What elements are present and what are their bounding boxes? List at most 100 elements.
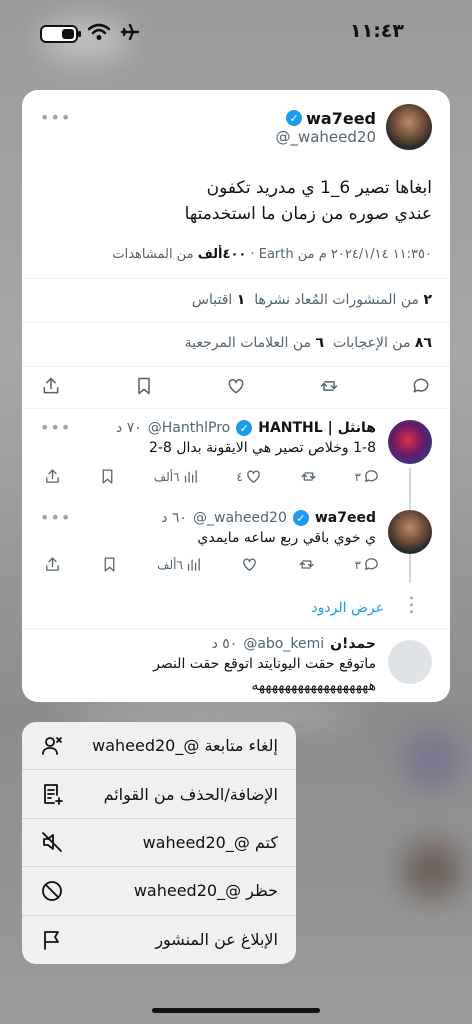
reply-icon[interactable] bbox=[410, 375, 432, 397]
reply-time: ٧٠ د bbox=[116, 420, 142, 436]
reposts-count: ٢ bbox=[423, 292, 432, 308]
bookmark-icon[interactable] bbox=[133, 375, 155, 397]
post-preview-card: ✓ wa7eed @_waheed20 ••• ابغاها تصير 6_1 … bbox=[22, 90, 450, 702]
menu-item-label: الإضافة/الحذف من القوائم bbox=[103, 784, 278, 804]
author-handle: @_waheed20 bbox=[275, 127, 376, 146]
avatar[interactable] bbox=[388, 640, 432, 684]
repost-stats[interactable]: ٢ من المنشورات المُعاد نشرها ١ اقتباس bbox=[42, 292, 432, 308]
avatar[interactable] bbox=[386, 104, 432, 150]
post-text-line: عندي صوره من زمان ما استخدمتها bbox=[184, 204, 432, 224]
menu-item-report[interactable]: الإبلاغ عن المنشور bbox=[22, 916, 296, 964]
reply-button[interactable]: ٣ bbox=[355, 556, 380, 573]
block-icon bbox=[42, 880, 62, 901]
post-header: ✓ wa7eed @_waheed20 bbox=[275, 102, 432, 152]
post-text: ابغاها تصير 6_1 ي مدريد تكفون عندي صوره … bbox=[42, 175, 432, 227]
views-icon bbox=[187, 558, 200, 571]
likes-count: ٨٦ bbox=[414, 335, 432, 351]
quotes-label: اقتباس bbox=[191, 292, 233, 308]
views-button[interactable]: ٦ألف bbox=[157, 556, 202, 573]
more-options-icon[interactable]: ••• bbox=[40, 418, 71, 437]
more-options-icon[interactable]: ••• bbox=[40, 508, 71, 527]
likes-label: من الإعجابات bbox=[332, 335, 411, 351]
home-indicator[interactable] bbox=[152, 1008, 320, 1013]
menu-item-label: حظر @_waheed20 bbox=[133, 881, 278, 901]
like-icon bbox=[247, 470, 260, 483]
reply-text: ي خوي باقي ربع ساعه مايمدي bbox=[197, 530, 376, 546]
reply-author-name: حمد!ن bbox=[330, 636, 376, 652]
reply-count: ٣ bbox=[354, 557, 361, 572]
reply-text: ههههههههههههههههههه bbox=[251, 678, 376, 694]
reply-icon bbox=[365, 470, 378, 483]
post-actions bbox=[40, 375, 432, 397]
divider bbox=[22, 278, 450, 279]
list-add-icon bbox=[44, 784, 63, 805]
more-options-icon[interactable]: ••• bbox=[40, 108, 71, 127]
repost-icon[interactable] bbox=[300, 468, 317, 485]
bookmark-icon[interactable] bbox=[99, 468, 116, 485]
divider bbox=[22, 322, 450, 323]
reply-count: ٣ bbox=[354, 469, 361, 484]
show-replies-link[interactable]: عرض الردود bbox=[311, 600, 384, 616]
author-name[interactable]: wa7eed bbox=[306, 109, 376, 128]
menu-item-block[interactable]: حظر @_waheed20 bbox=[22, 867, 296, 916]
status-bar: ١١:٤٣ bbox=[0, 0, 472, 62]
like-button[interactable]: ٤ bbox=[236, 468, 261, 485]
post-meta: ١١:٣٥٠ ٢٠٢٤/١/١٤ م من Earth · ٤٠٠ألف من … bbox=[42, 247, 432, 262]
views-icon bbox=[184, 470, 197, 483]
views-label: من المشاهدات bbox=[112, 247, 194, 262]
divider bbox=[22, 408, 450, 409]
like-icon[interactable] bbox=[241, 556, 258, 573]
post-text-line: ابغاها تصير 6_1 ي مدريد تكفون bbox=[206, 178, 432, 198]
quotes-count: ١ bbox=[236, 292, 246, 308]
divider bbox=[22, 366, 450, 367]
reply-item[interactable]: هانثل | HANTHL ✓ @HanthlPro ٧٠ د 1-8 وخل… bbox=[82, 420, 376, 456]
menu-item-label: الإبلاغ عن المنشور bbox=[155, 930, 278, 950]
menu-item-lists[interactable]: الإضافة/الحذف من القوائم bbox=[22, 770, 296, 819]
reply-handle: @abo_kemi bbox=[243, 636, 325, 652]
mute-icon bbox=[42, 832, 62, 853]
bookmark-icon[interactable] bbox=[101, 556, 118, 573]
menu-item-label: إلغاء متابعة @_waheed20 bbox=[92, 736, 278, 756]
thread-dots-icon: ••• bbox=[405, 595, 416, 616]
post-datetime: ١١:٣٥٠ ٢٠٢٤/١/١٤ م من Earth · bbox=[250, 247, 432, 262]
reply-handle: @_waheed20 bbox=[193, 510, 287, 526]
reply-handle: @HanthlPro bbox=[147, 420, 231, 436]
reposts-label: من المنشورات المُعاد نشرها bbox=[254, 292, 419, 308]
context-menu: إلغاء متابعة @_waheed20 الإضافة/الحذف من… bbox=[22, 722, 296, 964]
like-icon[interactable] bbox=[225, 375, 247, 397]
share-icon[interactable] bbox=[44, 468, 61, 485]
share-icon[interactable] bbox=[40, 375, 62, 397]
repost-icon[interactable] bbox=[318, 375, 340, 397]
reply-item[interactable]: حمد!ن @abo_kemi ٥٠ د ماتوقع حقت اليونايت… bbox=[42, 636, 376, 694]
avatar[interactable] bbox=[388, 510, 432, 554]
wifi-icon bbox=[87, 23, 111, 45]
verified-badge-icon: ✓ bbox=[292, 510, 309, 526]
reply-time: ٦٠ د bbox=[161, 510, 188, 526]
menu-item-mute[interactable]: كتم @_waheed20 bbox=[22, 819, 296, 868]
verified-badge-icon: ✓ bbox=[236, 420, 253, 436]
reply-actions: ٦ألف ٣ bbox=[44, 556, 380, 573]
reply-time: ٥٠ د bbox=[211, 636, 238, 652]
verified-badge-icon: ✓ bbox=[286, 110, 303, 126]
reply-text: 1-8 وخلاص تصير هي الايقونة بدال 8-2 bbox=[148, 440, 376, 456]
like-count: ٤ bbox=[236, 469, 243, 484]
reply-actions: ٦ألف ٤ ٣ bbox=[44, 468, 380, 485]
views-count: ٦ألف bbox=[153, 469, 180, 484]
battery-icon bbox=[40, 25, 81, 43]
unfollow-user-icon bbox=[42, 736, 62, 755]
views-button[interactable]: ٦ألف bbox=[154, 468, 199, 485]
views-count: ٦ألف bbox=[157, 557, 183, 572]
reply-item[interactable]: wa7eed ✓ @_waheed20 ٦٠ د ي خوي باقي ربع … bbox=[82, 510, 376, 546]
reply-author-name: هانثل | HANTHL bbox=[258, 420, 376, 436]
menu-item-unfollow[interactable]: إلغاء متابعة @_waheed20 bbox=[22, 722, 296, 771]
repost-icon[interactable] bbox=[298, 556, 315, 573]
share-icon[interactable] bbox=[44, 556, 61, 573]
reply-button[interactable]: ٣ bbox=[355, 468, 380, 485]
reply-author-name: wa7eed bbox=[314, 510, 376, 526]
flag-icon bbox=[44, 930, 59, 950]
menu-item-label: كتم @_waheed20 bbox=[142, 832, 278, 852]
avatar[interactable] bbox=[388, 420, 432, 464]
engagement-stats[interactable]: ٨٦ من الإعجابات ٦ من العلامات المرجعية bbox=[42, 335, 432, 351]
reply-text: ماتوقع حقت اليونايتد اتوقع حقت النصر bbox=[153, 656, 376, 672]
bookmarks-count: ٦ bbox=[315, 335, 325, 351]
